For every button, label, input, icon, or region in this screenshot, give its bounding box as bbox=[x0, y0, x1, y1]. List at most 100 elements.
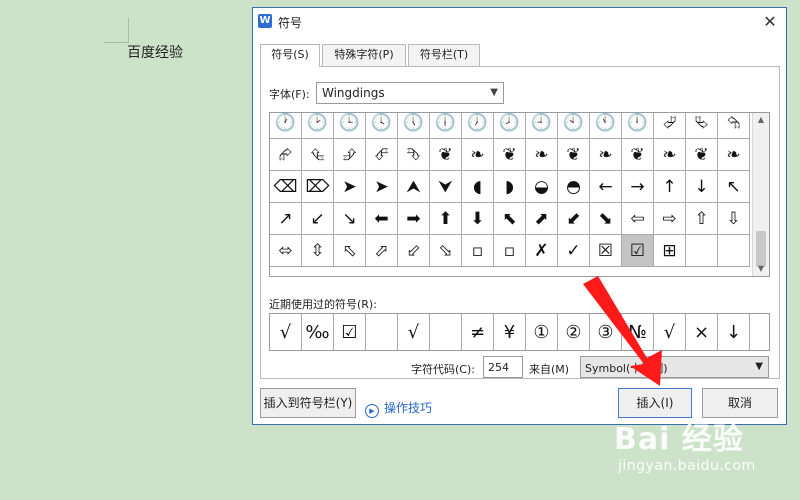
recent-symbol-cell[interactable]: ‰ bbox=[302, 314, 334, 350]
tab-symbol-bar[interactable]: 符号栏(T) bbox=[408, 44, 480, 66]
symbol-cell[interactable]: 🕕 bbox=[430, 113, 462, 139]
recent-symbol-cell[interactable] bbox=[430, 314, 462, 350]
symbol-cell[interactable]: ➡ bbox=[398, 203, 430, 235]
symbol-cell[interactable]: ↙ bbox=[302, 203, 334, 235]
symbol-cell[interactable]: ⇦ bbox=[622, 203, 654, 235]
recent-symbol-cell[interactable]: √ bbox=[398, 314, 430, 350]
symbol-cell[interactable]: ⮷ bbox=[398, 139, 430, 171]
char-code-input[interactable] bbox=[483, 356, 523, 378]
symbol-cell[interactable]: ⇧ bbox=[686, 203, 718, 235]
recent-symbol-cell[interactable]: ③ bbox=[590, 314, 622, 350]
symbol-cell[interactable]: ⬁ bbox=[334, 235, 366, 267]
recent-symbol-cell[interactable]: √ bbox=[270, 314, 302, 350]
symbol-cell[interactable]: ⬂ bbox=[430, 235, 462, 267]
symbol-cell[interactable]: ⬅ bbox=[366, 203, 398, 235]
symbol-cell[interactable]: 🕖 bbox=[462, 113, 494, 139]
close-icon[interactable]: ✕ bbox=[760, 12, 780, 32]
symbol-cell[interactable]: 🕘 bbox=[526, 113, 558, 139]
symbol-cell[interactable]: ⬈ bbox=[526, 203, 558, 235]
symbol-cell[interactable]: 🕓 bbox=[366, 113, 398, 139]
symbol-cell[interactable]: 🕚 bbox=[590, 113, 622, 139]
from-select[interactable]: Symbol(十进制) ▼ bbox=[580, 356, 769, 378]
symbol-cell[interactable]: ❧ bbox=[462, 139, 494, 171]
symbol-cell[interactable]: 🕗 bbox=[494, 113, 526, 139]
symbol-cell[interactable]: ⮵ bbox=[334, 139, 366, 171]
symbol-cell[interactable]: ❦ bbox=[622, 139, 654, 171]
symbol-cell[interactable]: ❧ bbox=[718, 139, 750, 171]
symbol-cell[interactable]: → bbox=[622, 171, 654, 203]
symbol-cell[interactable]: 🕛 bbox=[622, 113, 654, 139]
recent-symbol-cell[interactable]: ① bbox=[526, 314, 558, 350]
symbol-cell[interactable]: ⬋ bbox=[558, 203, 590, 235]
symbol-cell[interactable]: ⬃ bbox=[398, 235, 430, 267]
symbol-cell[interactable]: ← bbox=[590, 171, 622, 203]
insert-to-symbol-bar-button[interactable]: 插入到符号栏(Y) bbox=[260, 388, 356, 418]
symbol-grid-scrollbar[interactable]: ▲ ▼ bbox=[752, 113, 769, 276]
symbol-cell[interactable]: ⬉ bbox=[494, 203, 526, 235]
recent-symbol-cell[interactable]: ☑ bbox=[334, 314, 366, 350]
symbol-cell[interactable]: ▫ bbox=[462, 235, 494, 267]
symbol-cell[interactable]: 🕐 bbox=[270, 113, 302, 139]
symbol-cell[interactable]: ◒ bbox=[526, 171, 558, 203]
symbol-cell[interactable]: ⮳ bbox=[270, 139, 302, 171]
symbol-cell[interactable]: ✗ bbox=[526, 235, 558, 267]
font-select[interactable]: Wingdings ▼ bbox=[316, 82, 504, 104]
symbol-cell[interactable]: 🕒 bbox=[334, 113, 366, 139]
scroll-up-icon[interactable]: ▲ bbox=[753, 113, 769, 127]
symbol-cell[interactable]: ⇳ bbox=[302, 235, 334, 267]
symbol-cell[interactable]: ⬇ bbox=[462, 203, 494, 235]
symbol-cell[interactable]: ⌫ bbox=[270, 171, 302, 203]
tips-link[interactable]: ▶ 操作技巧 bbox=[365, 399, 432, 418]
symbol-cell[interactable]: ↖ bbox=[718, 171, 750, 203]
symbol-cell[interactable]: ⬄ bbox=[270, 235, 302, 267]
recent-symbol-cell[interactable]: ¥ bbox=[494, 314, 526, 350]
symbol-cell[interactable]: ➤ bbox=[334, 171, 366, 203]
symbol-cell[interactable]: ⌦ bbox=[302, 171, 334, 203]
recent-symbol-cell[interactable]: ↓ bbox=[718, 314, 750, 350]
symbol-cell[interactable]: ⮴ bbox=[302, 139, 334, 171]
symbol-cell[interactable]: 🕔 bbox=[398, 113, 430, 139]
symbol-cell[interactable]: ✓ bbox=[558, 235, 590, 267]
symbol-cell[interactable]: ⬆ bbox=[430, 203, 462, 235]
recent-symbol-cell[interactable]: ≠ bbox=[462, 314, 494, 350]
symbol-cell[interactable]: ❦ bbox=[494, 139, 526, 171]
recent-symbol-cell[interactable]: ② bbox=[558, 314, 590, 350]
symbol-cell[interactable]: ❧ bbox=[590, 139, 622, 171]
symbol-cell[interactable]: ◗ bbox=[494, 171, 526, 203]
symbol-cell[interactable]: ▫ bbox=[494, 235, 526, 267]
symbol-cell[interactable]: ⬀ bbox=[366, 235, 398, 267]
tab-special-chars[interactable]: 特殊字符(P) bbox=[322, 44, 406, 66]
symbol-cell[interactable]: ⮲ bbox=[718, 113, 750, 139]
recent-symbol-cell[interactable]: × bbox=[686, 314, 718, 350]
symbol-cell[interactable]: ⬊ bbox=[590, 203, 622, 235]
symbol-cell[interactable]: ⇨ bbox=[654, 203, 686, 235]
dialog-titlebar[interactable]: W 符号 ✕ bbox=[253, 8, 786, 36]
symbol-cell[interactable]: 🕑 bbox=[302, 113, 334, 139]
symbol-cell[interactable]: ◖ bbox=[462, 171, 494, 203]
symbol-cell[interactable]: ⮟ bbox=[430, 171, 462, 203]
symbol-cell[interactable]: ❧ bbox=[654, 139, 686, 171]
symbol-cell[interactable]: ⮱ bbox=[686, 113, 718, 139]
symbol-cell[interactable]: ↘ bbox=[334, 203, 366, 235]
symbol-cell[interactable]: ↗ bbox=[270, 203, 302, 235]
symbol-cell[interactable]: ⊞ bbox=[654, 235, 686, 267]
symbol-cell[interactable]: ☒ bbox=[590, 235, 622, 267]
symbol-cell[interactable]: ☑ bbox=[622, 235, 654, 267]
symbol-cell[interactable]: ↓ bbox=[686, 171, 718, 203]
symbol-cell[interactable]: ◓ bbox=[558, 171, 590, 203]
symbol-cell[interactable]: ❦ bbox=[686, 139, 718, 171]
symbol-cell[interactable]: ⮰ bbox=[654, 113, 686, 139]
symbol-cell[interactable]: ❦ bbox=[558, 139, 590, 171]
symbol-cell[interactable]: ➤ bbox=[366, 171, 398, 203]
tab-symbols[interactable]: 符号(S) bbox=[260, 44, 320, 67]
symbol-cell[interactable]: ↑ bbox=[654, 171, 686, 203]
scroll-down-icon[interactable]: ▼ bbox=[753, 262, 769, 276]
symbol-cell[interactable]: ⮝ bbox=[398, 171, 430, 203]
symbol-cell[interactable]: ⇩ bbox=[718, 203, 750, 235]
symbol-cell[interactable]: ❦ bbox=[430, 139, 462, 171]
recent-symbol-cell[interactable]: № bbox=[622, 314, 654, 350]
recent-symbol-cell[interactable] bbox=[366, 314, 398, 350]
recent-symbol-cell[interactable]: √ bbox=[654, 314, 686, 350]
symbol-cell[interactable]: ❧ bbox=[526, 139, 558, 171]
symbol-cell[interactable]: 🕙 bbox=[558, 113, 590, 139]
